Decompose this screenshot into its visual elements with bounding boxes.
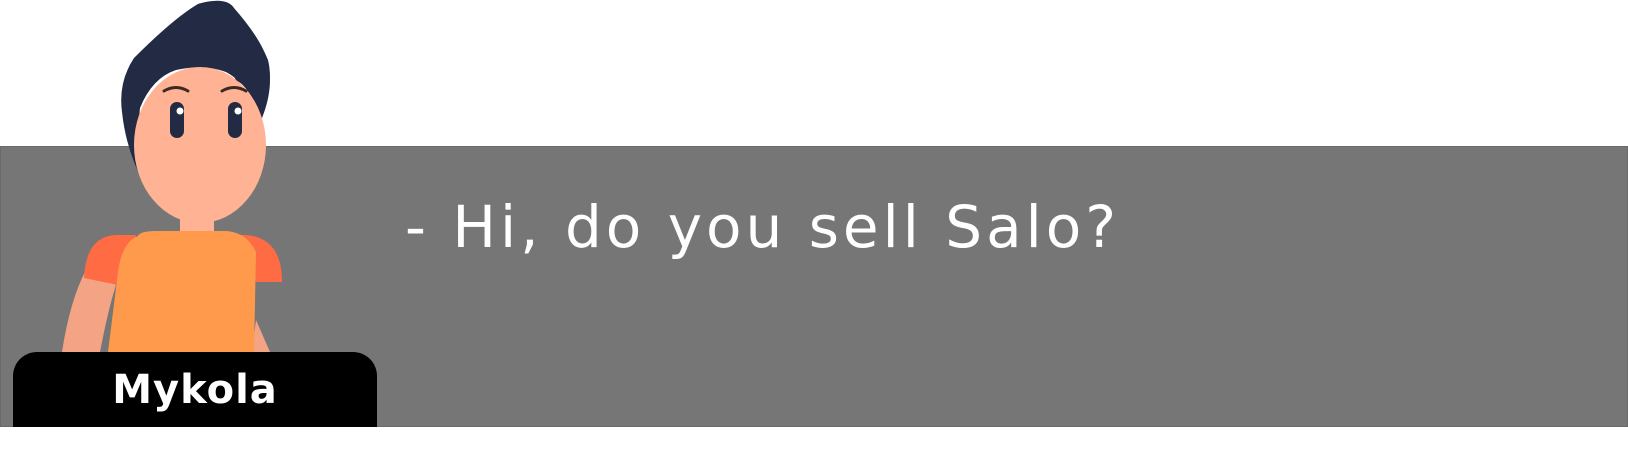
dialogue-text: - Hi, do you sell Salo?: [405, 193, 1121, 261]
character-right-arm: [252, 320, 270, 352]
character-left-eye: [170, 102, 184, 138]
character-portrait-mykola: [62, 0, 282, 352]
character-right-eye-glint: [234, 107, 242, 115]
dialogue-scene: - Hi, do you sell Salo? Mykola: [0, 0, 1628, 453]
speaker-name: Mykola: [112, 366, 278, 413]
character-right-eye: [228, 102, 242, 138]
character-left-eye-glint: [176, 107, 184, 115]
character-shirt: [108, 231, 256, 352]
speaker-nameplate: Mykola: [13, 352, 377, 427]
